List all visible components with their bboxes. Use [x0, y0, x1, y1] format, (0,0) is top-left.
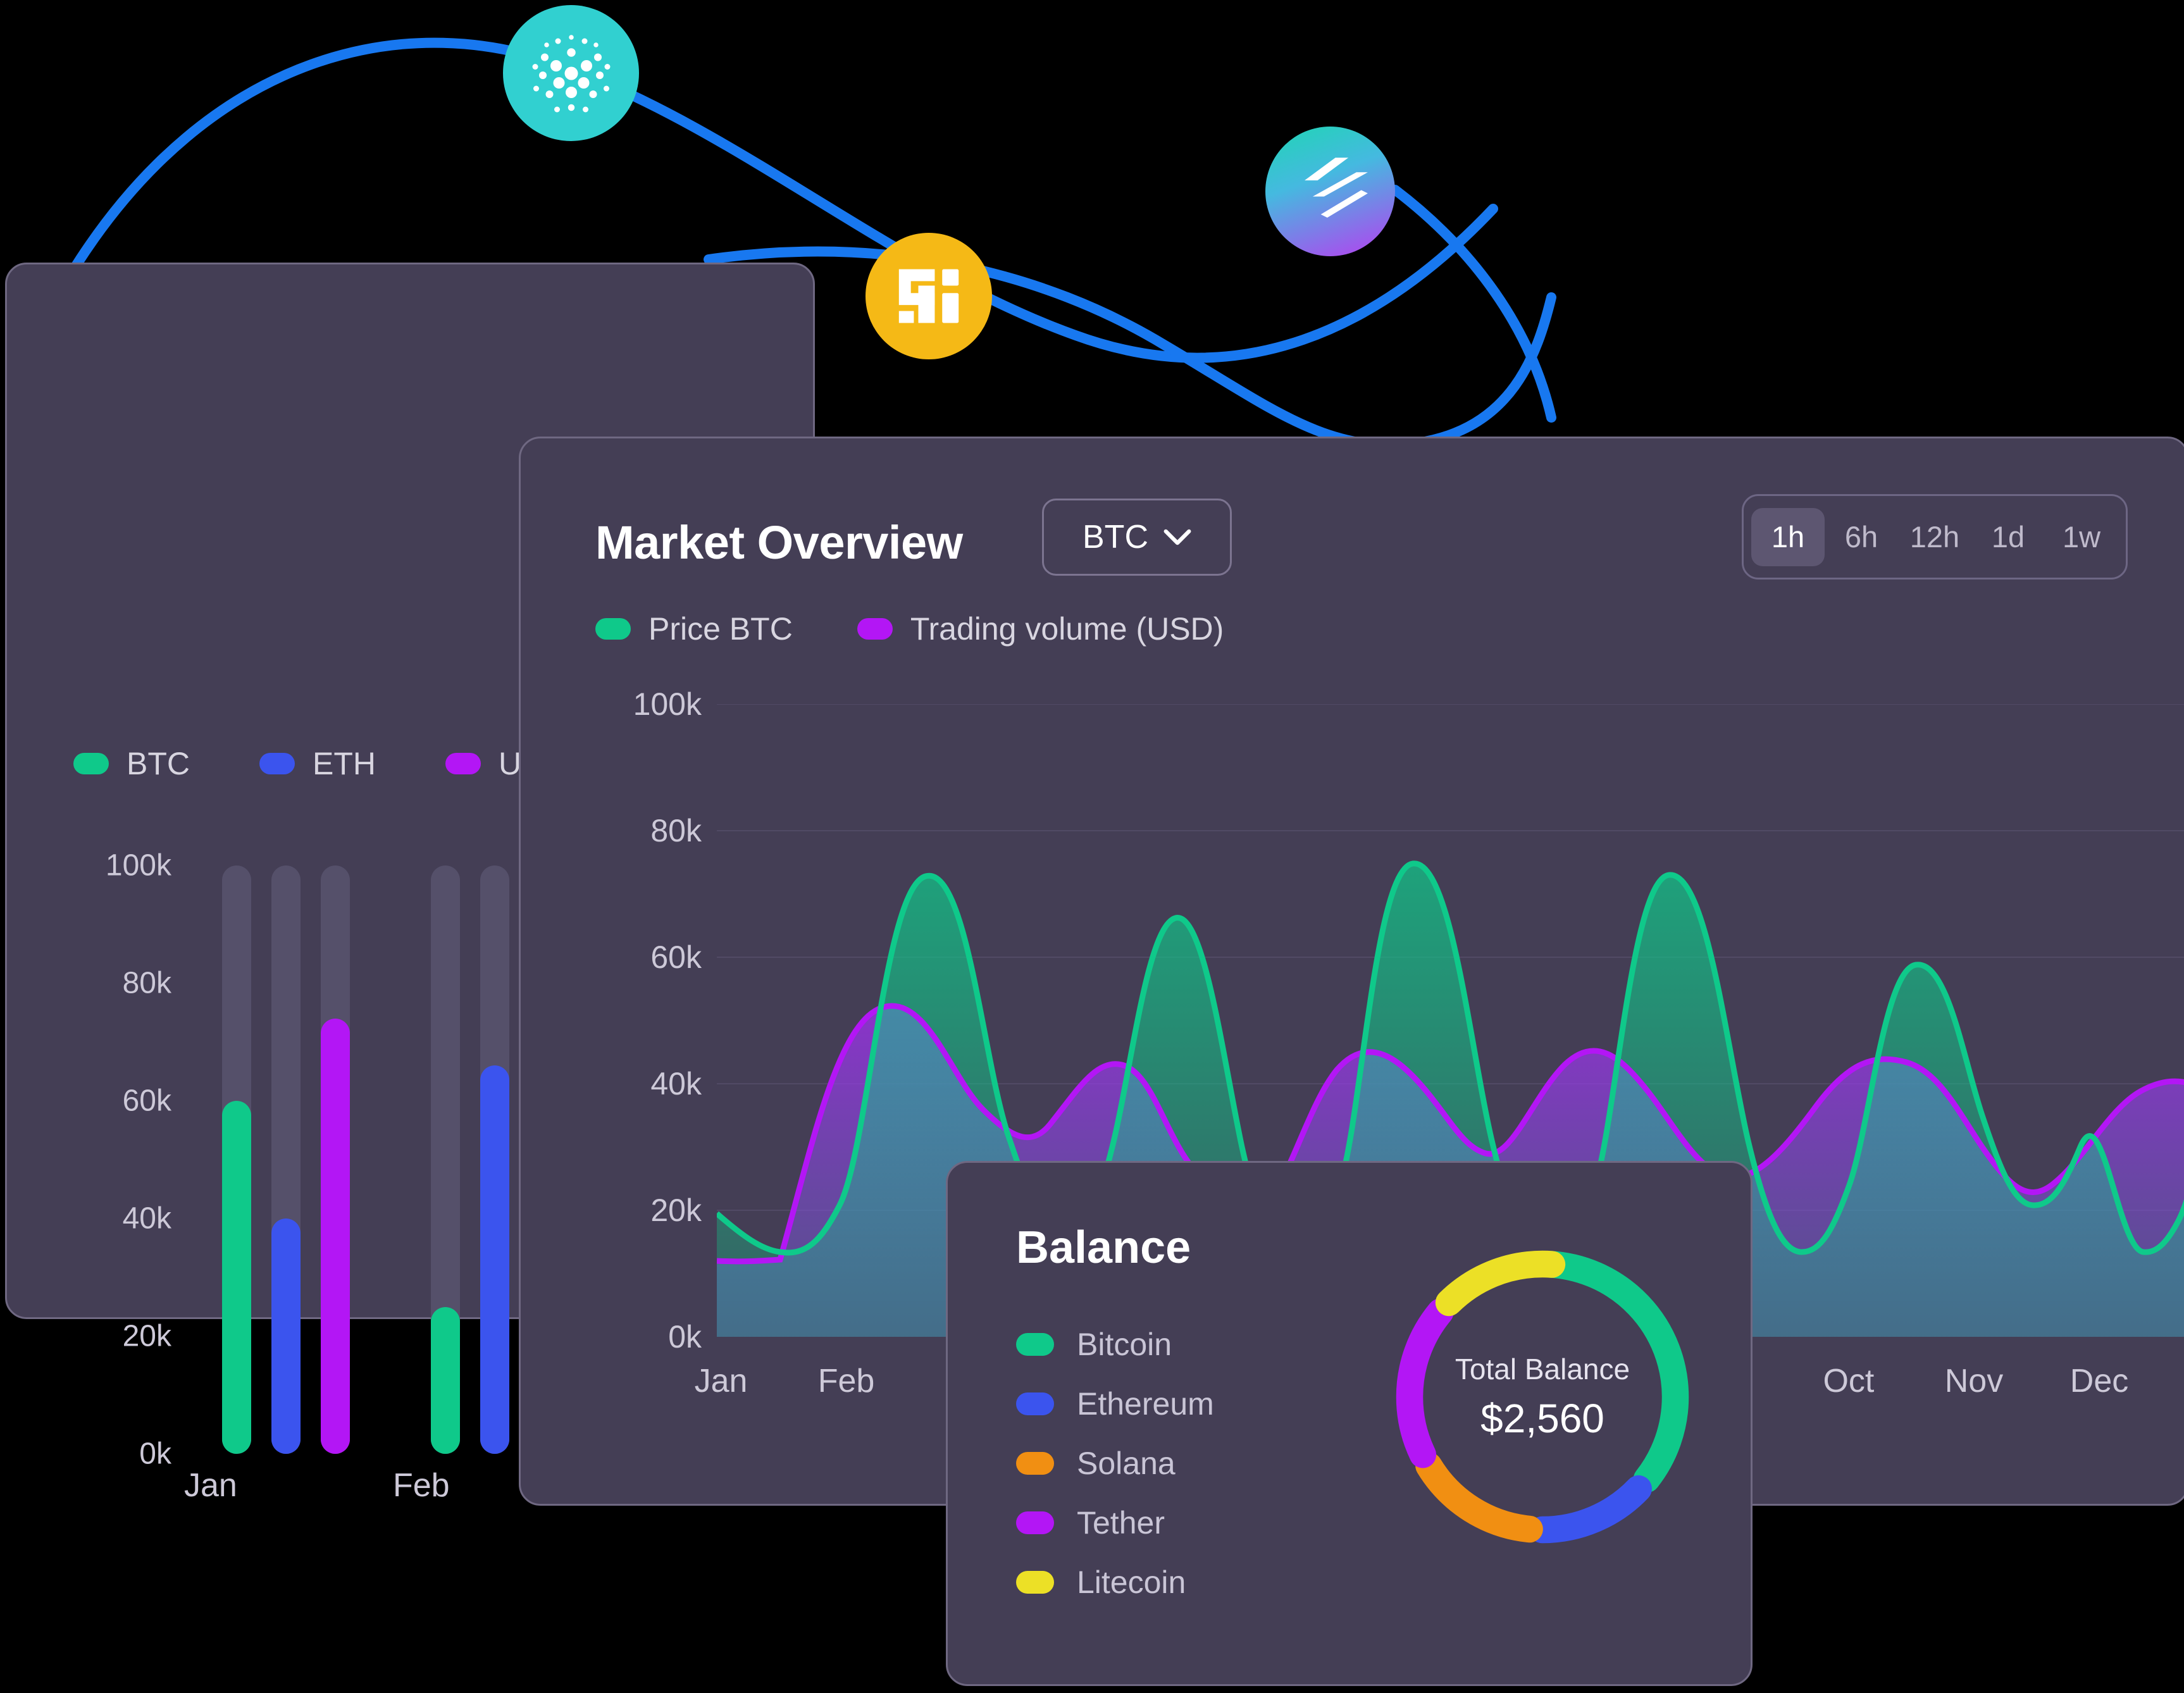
legend-item-bitcoin: Bitcoin — [1016, 1326, 1214, 1363]
bar-chart-y-axis: 100k 80k 60k 40k 20k 0k — [58, 849, 178, 1471]
legend-item-eth: ETH — [259, 745, 376, 782]
bar-btc-jan — [222, 1101, 251, 1454]
y-tick-0k: 0k — [139, 1437, 171, 1471]
dashboard-stage: Month BTC ETH USDT 100k 80k 60k — [0, 0, 2184, 1693]
legend-item-litecoin: Litecoin — [1016, 1564, 1214, 1601]
legend-swatch-solana — [1016, 1452, 1054, 1475]
legend-label-solana: Solana — [1077, 1446, 1176, 1481]
y-tick-0k: 0k — [668, 1319, 702, 1355]
y-tick-20k: 20k — [122, 1319, 171, 1353]
legend-label-litecoin: Litecoin — [1077, 1565, 1186, 1600]
legend-label-trading-volume: Trading volume (USD) — [910, 611, 1224, 647]
chevron-down-icon — [1163, 529, 1191, 545]
bar-track — [271, 865, 301, 1454]
market-overview-title: Market Overview — [595, 516, 963, 569]
x-tick-nov: Nov — [1944, 1363, 2004, 1399]
total-balance-value: $2,560 — [1480, 1396, 1604, 1441]
legend-item-tether: Tether — [1016, 1504, 1214, 1541]
symbol-selector-button[interactable]: BTC — [1042, 499, 1232, 576]
legend-item-btc: BTC — [73, 745, 190, 782]
legend-label-price-btc: Price BTC — [648, 611, 793, 647]
range-button-1d[interactable]: 1d — [1971, 508, 2045, 566]
bar-chart-legend: BTC ETH USDT — [73, 745, 585, 782]
market-overview-legend: Price BTC Trading volume (USD) — [595, 611, 1224, 647]
y-tick-100k: 100k — [105, 848, 171, 883]
legend-label-bitcoin: Bitcoin — [1077, 1327, 1172, 1362]
balance-asset-legend: Bitcoin Ethereum Solana Tether Litecoin — [1016, 1326, 1214, 1601]
gold-token-coin-icon — [866, 233, 992, 359]
x-tick-oct: Oct — [1823, 1363, 1875, 1399]
range-button-1w[interactable]: 1w — [2045, 508, 2118, 566]
y-tick-80k: 80k — [650, 813, 702, 848]
market-chart-y-axis: 100k 80k 60k 40k 20k 0k — [590, 686, 710, 1355]
legend-swatch-usdt — [445, 753, 481, 774]
time-range-selector: 1h 6h 12h 1d 1w — [1742, 494, 2128, 580]
x-tick-jan: Jan — [694, 1363, 748, 1399]
bar-track — [321, 865, 350, 1454]
bar-eth-jan — [271, 1219, 301, 1454]
legend-label-eth: ETH — [313, 746, 376, 781]
legend-swatch-tether — [1016, 1511, 1054, 1534]
legend-swatch-trading-volume — [857, 618, 893, 640]
x-tick-feb: Feb — [393, 1467, 450, 1504]
legend-item-solana: Solana — [1016, 1445, 1214, 1482]
symbol-selector-label: BTC — [1083, 519, 1148, 555]
balance-card-title: Balance — [1016, 1222, 1191, 1273]
legend-swatch-litecoin — [1016, 1571, 1054, 1594]
y-tick-40k: 40k — [122, 1201, 171, 1236]
bar-group-jan — [222, 865, 350, 1454]
y-tick-20k: 20k — [650, 1193, 702, 1228]
legend-swatch-eth — [259, 753, 295, 774]
balance-card: Balance Bitcoin Ethereum Solana Tether L… — [946, 1161, 1753, 1686]
x-tick-feb: Feb — [817, 1363, 875, 1399]
legend-swatch-btc — [73, 753, 109, 774]
balance-donut-chart: Total Balance $2,560 — [1384, 1239, 1701, 1555]
total-balance-label: Total Balance — [1455, 1353, 1630, 1386]
cardano-coin-icon — [503, 5, 639, 141]
legend-swatch-bitcoin — [1016, 1333, 1054, 1356]
legend-item-trading-volume: Trading volume (USD) — [857, 611, 1224, 647]
y-tick-60k: 60k — [650, 940, 702, 975]
bar-usdt-jan — [321, 1018, 350, 1454]
range-button-1h[interactable]: 1h — [1751, 507, 1825, 566]
bar-btc-feb — [431, 1306, 460, 1454]
bar-eth-feb — [480, 1065, 509, 1454]
legend-label-btc: BTC — [127, 746, 190, 781]
donut-center-label: Total Balance $2,560 — [1384, 1239, 1701, 1555]
bar-track — [480, 865, 509, 1454]
y-tick-100k: 100k — [633, 686, 702, 722]
bar-track — [222, 865, 251, 1454]
range-button-12h[interactable]: 12h — [1898, 508, 1971, 566]
x-tick-dec: Dec — [2069, 1363, 2129, 1399]
bar-track — [431, 865, 460, 1454]
legend-item-ethereum: Ethereum — [1016, 1386, 1214, 1422]
y-tick-60k: 60k — [122, 1084, 171, 1118]
y-tick-80k: 80k — [122, 966, 171, 1000]
range-button-6h[interactable]: 6h — [1825, 508, 1898, 566]
solana-coin-icon — [1265, 127, 1395, 256]
legend-swatch-price-btc — [595, 618, 631, 640]
legend-label-tether: Tether — [1077, 1505, 1165, 1541]
legend-label-ethereum: Ethereum — [1077, 1386, 1214, 1422]
y-tick-40k: 40k — [650, 1066, 702, 1101]
legend-swatch-ethereum — [1016, 1392, 1054, 1415]
x-tick-jan: Jan — [184, 1467, 237, 1504]
legend-item-price-btc: Price BTC — [595, 611, 793, 647]
